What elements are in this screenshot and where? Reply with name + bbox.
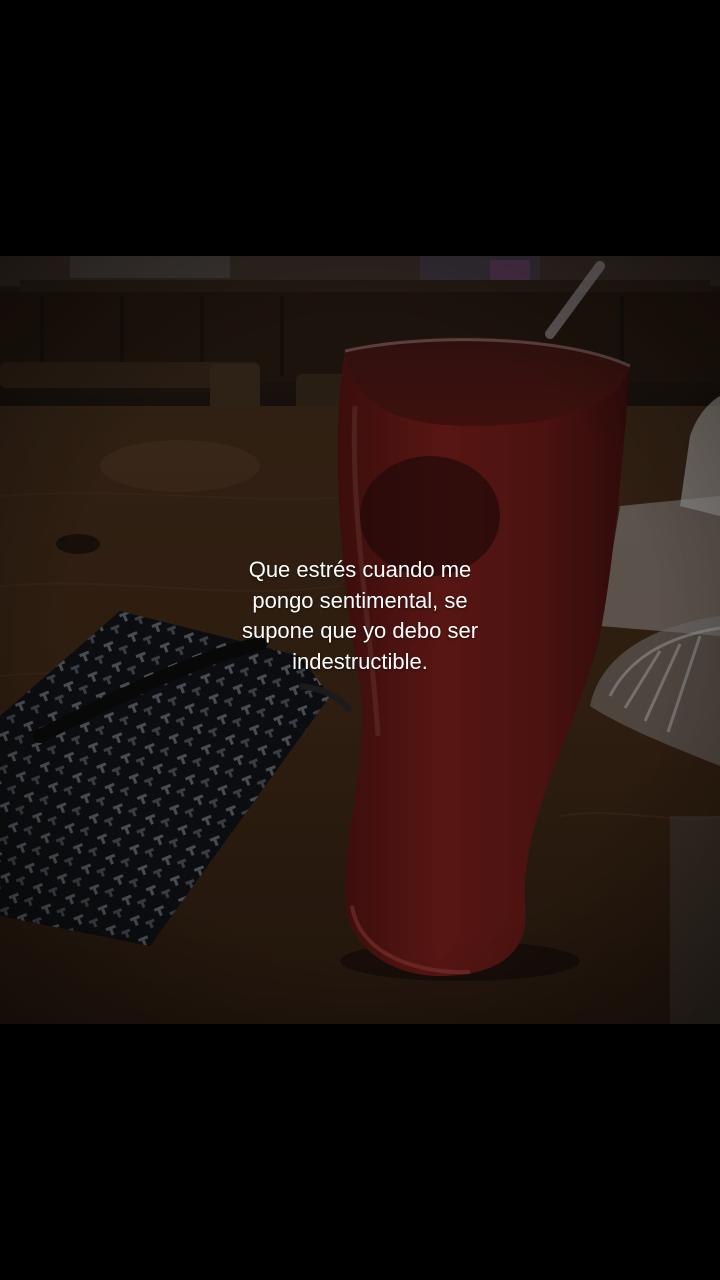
caption-text: Que estrés cuando me pongo sentimental, … (0, 555, 720, 677)
caption-line: pongo sentimental, se (252, 587, 468, 613)
caption-line: Que estrés cuando me (248, 557, 472, 582)
caption-line: supone que yo debo ser (241, 618, 479, 643)
caption-line: indestructible. (292, 648, 428, 674)
post-screen: Que estrés cuando me pongo sentimental, … (0, 0, 720, 1280)
